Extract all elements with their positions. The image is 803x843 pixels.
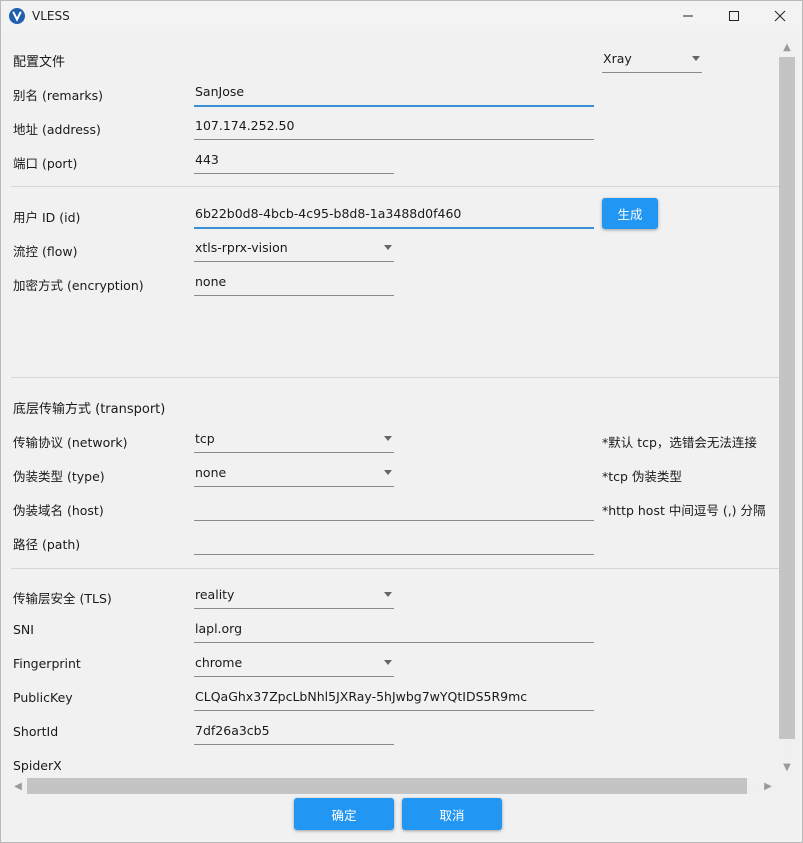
section-divider <box>11 186 779 187</box>
remarks-value: SanJose <box>195 84 245 99</box>
publickey-value: CLQaGhx37ZpcLbNhl5JXRay-5hJwbg7wYQtIDS5R… <box>195 689 528 704</box>
id-label: 用户 ID (id) <box>13 210 81 225</box>
close-icon <box>774 10 786 22</box>
sni-label: SNI <box>13 622 34 637</box>
transport-title: 底层传输方式 (transport) <box>13 402 166 417</box>
chevron-down-icon <box>384 592 392 597</box>
type-hint: *tcp 伪装类型 <box>602 469 682 484</box>
horizontal-scrollbar[interactable]: ◀ ▶ <box>9 778 779 794</box>
section-divider <box>11 568 779 569</box>
network-select[interactable]: tcp <box>194 426 394 453</box>
spiderx-input[interactable] <box>194 752 594 779</box>
host-input[interactable] <box>194 494 594 521</box>
scroll-up-icon[interactable]: ▲ <box>781 41 793 53</box>
id-value: 6b22b0d8-4bcb-4c95-b8d8-1a3488d0f460 <box>195 206 462 221</box>
host-label: 伪装域名 (host) <box>13 503 104 518</box>
ok-button[interactable]: 确定 <box>294 798 394 830</box>
encryption-label: 加密方式 (encryption) <box>13 278 144 293</box>
flow-select[interactable]: xtls-rprx-vision <box>194 235 394 262</box>
title-bar[interactable]: VLESS <box>1 1 802 31</box>
scroll-left-icon[interactable]: ◀ <box>12 780 24 792</box>
chevron-down-icon <box>384 245 392 250</box>
spiderx-label: SpiderX <box>13 758 62 773</box>
port-label: 端口 (port) <box>13 156 78 171</box>
cancel-button[interactable]: 取消 <box>402 798 502 830</box>
vertical-scrollbar[interactable]: ▲ ▼ <box>779 39 797 779</box>
scroll-right-icon[interactable]: ▶ <box>762 780 774 792</box>
address-input[interactable]: 107.174.252.50 <box>194 113 594 140</box>
network-value: tcp <box>195 431 215 446</box>
generate-id-button[interactable]: 生成 <box>602 198 658 229</box>
path-input[interactable] <box>194 528 594 555</box>
chevron-down-icon <box>384 470 392 475</box>
maximize-button[interactable] <box>711 1 757 31</box>
fingerprint-select[interactable]: chrome <box>194 650 394 677</box>
port-value: 443 <box>195 152 219 167</box>
vertical-scroll-thumb[interactable] <box>779 57 795 739</box>
flow-label: 流控 (flow) <box>13 244 78 259</box>
port-input[interactable]: 443 <box>194 147 394 174</box>
id-input[interactable]: 6b22b0d8-4bcb-4c95-b8d8-1a3488d0f460 <box>194 201 594 229</box>
shortid-value: 7df26a3cb5 <box>195 723 270 738</box>
encryption-value: none <box>195 274 227 289</box>
section-divider <box>11 377 779 378</box>
path-label: 路径 (path) <box>13 537 81 552</box>
address-value: 107.174.252.50 <box>195 118 295 133</box>
tls-label: 传输层安全 (TLS) <box>13 591 112 606</box>
sni-value: lapl.org <box>195 621 243 636</box>
tls-select[interactable]: reality <box>194 582 394 609</box>
remarks-input[interactable]: SanJose <box>194 79 594 107</box>
shortid-input[interactable]: 7df26a3cb5 <box>194 718 394 745</box>
fingerprint-value: chrome <box>195 655 243 670</box>
minimize-button[interactable] <box>665 1 711 31</box>
config-file-label: 配置文件 <box>13 55 66 70</box>
core-type-value: Xray <box>603 51 632 66</box>
sni-input[interactable]: lapl.org <box>194 616 594 643</box>
type-select[interactable]: none <box>194 460 394 487</box>
fingerprint-label: Fingerprint <box>13 656 81 671</box>
type-value: none <box>195 465 227 480</box>
maximize-icon <box>729 11 739 21</box>
type-label: 伪装类型 (type) <box>13 469 105 484</box>
core-type-select[interactable]: Xray <box>602 46 702 73</box>
window-title: VLESS <box>32 9 70 23</box>
horizontal-scroll-thumb[interactable] <box>27 778 747 794</box>
scroll-down-icon[interactable]: ▼ <box>781 761 793 773</box>
shortid-label: ShortId <box>13 724 59 739</box>
minimize-icon <box>683 15 693 17</box>
close-button[interactable] <box>757 1 802 31</box>
network-label: 传输协议 (network) <box>13 435 128 450</box>
v2rayn-logo-icon <box>9 8 25 24</box>
remarks-label: 别名 (remarks) <box>13 88 104 103</box>
publickey-input[interactable]: CLQaGhx37ZpcLbNhl5JXRay-5hJwbg7wYQtIDS5R… <box>194 684 594 711</box>
network-hint: *默认 tcp，选错会无法连接 <box>602 435 757 450</box>
form-content: 配置文件 Xray 别名 (remarks) SanJose 地址 (addre… <box>1 31 779 779</box>
address-label: 地址 (address) <box>13 122 101 137</box>
chevron-down-icon <box>384 436 392 441</box>
host-hint: *http host 中间逗号 (,) 分隔 <box>602 503 766 518</box>
encryption-input[interactable]: none <box>194 269 394 296</box>
flow-value: xtls-rprx-vision <box>195 240 288 255</box>
chevron-down-icon <box>692 56 700 61</box>
tls-value: reality <box>195 587 235 602</box>
publickey-label: PublicKey <box>13 690 73 705</box>
vless-dialog: VLESS 配置文件 Xray 别名 (remarks) SanJose 地址 … <box>0 0 803 843</box>
chevron-down-icon <box>384 660 392 665</box>
